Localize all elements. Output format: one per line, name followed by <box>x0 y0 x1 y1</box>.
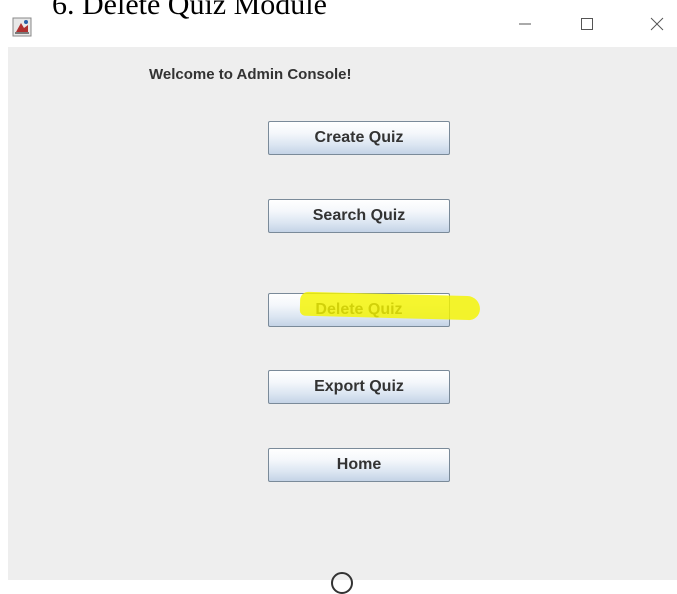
delete-quiz-button[interactable]: Delete Quiz <box>268 293 450 327</box>
partial-circle-icon <box>331 572 353 594</box>
export-quiz-button[interactable]: Export Quiz <box>268 370 450 404</box>
create-quiz-button[interactable]: Create Quiz <box>268 121 450 155</box>
search-quiz-button[interactable]: Search Quiz <box>268 199 450 233</box>
java-app-icon <box>12 17 32 37</box>
admin-console-panel: Welcome to Admin Console! Create Quiz Se… <box>8 47 677 594</box>
close-icon[interactable] <box>637 8 677 40</box>
welcome-label: Welcome to Admin Console! <box>149 66 352 83</box>
window-title-bar <box>0 0 677 47</box>
home-button[interactable]: Home <box>268 448 450 482</box>
minimize-icon[interactable] <box>505 8 545 40</box>
maximize-icon[interactable] <box>567 8 607 40</box>
